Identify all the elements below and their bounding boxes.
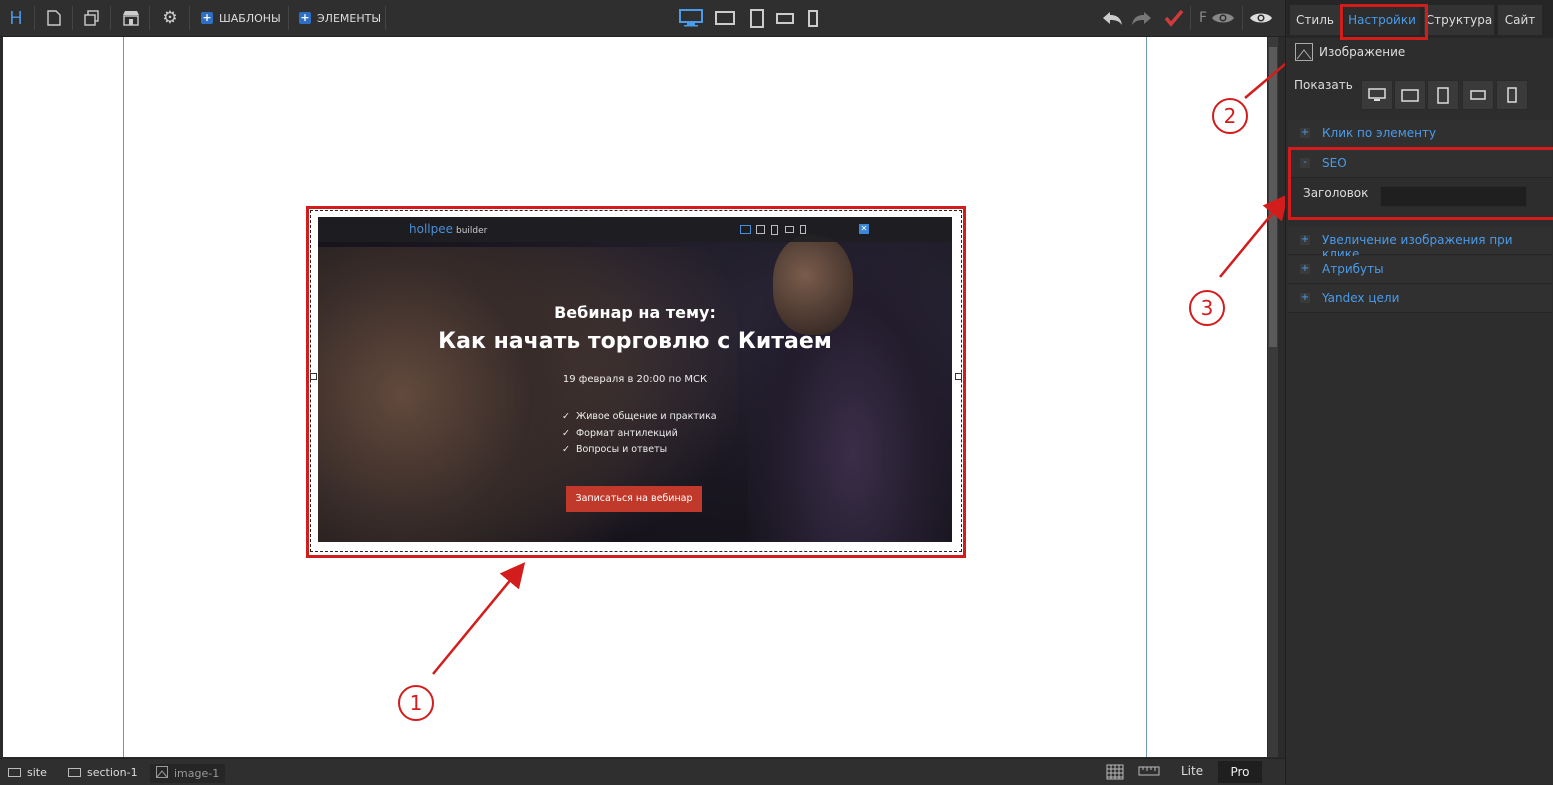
ruler-icon[interactable] — [1138, 764, 1160, 781]
expand-icon: + — [1300, 292, 1310, 303]
pro-mode-button[interactable]: Pro — [1218, 761, 1262, 783]
top-toolbar: H ⚙ + ШАБЛОНЫ + ЭЛЕМЕНТЫ F — [0, 0, 1285, 37]
divider — [1242, 6, 1243, 30]
section-label: Yandex цели — [1322, 291, 1400, 305]
left-guide-line — [123, 37, 124, 757]
image-icon — [156, 766, 168, 781]
show-phone-landscape-toggle[interactable] — [1462, 80, 1494, 110]
show-tablet-portrait-toggle[interactable] — [1427, 80, 1459, 110]
expand-icon: + — [1300, 263, 1310, 274]
image-type-icon — [1295, 43, 1313, 61]
canvas-scrollbar[interactable] — [1268, 37, 1278, 757]
callout-2: 2 — [1212, 98, 1248, 134]
publish-check-icon[interactable] — [1164, 8, 1184, 28]
templates-button[interactable]: + ШАБЛОНЫ — [201, 10, 281, 26]
tab-structure[interactable]: Структура — [1424, 5, 1494, 35]
tablet-portrait-icon[interactable] — [747, 8, 767, 28]
copy-icon[interactable] — [82, 8, 102, 28]
divider — [1190, 6, 1191, 30]
tab-site[interactable]: Сайт — [1498, 5, 1542, 35]
highlight-box-image — [306, 206, 966, 558]
section-image-zoom[interactable]: + Увеличение изображения при клике — [1288, 227, 1552, 261]
properties-panel: Стиль Настройки Структура Сайт Изображен… — [1285, 0, 1553, 784]
expand-icon: + — [1300, 127, 1310, 138]
section-attributes[interactable]: + Атрибуты — [1288, 256, 1552, 284]
tablet-landscape-icon[interactable] — [715, 8, 735, 28]
lite-mode-button[interactable]: Lite — [1181, 764, 1203, 778]
divider — [34, 6, 35, 30]
breadcrumb-section[interactable]: section-1 — [68, 766, 138, 779]
section-label: Атрибуты — [1322, 262, 1384, 276]
highlight-box-seo — [1288, 147, 1553, 220]
divider — [385, 6, 386, 30]
phone-portrait-icon[interactable] — [803, 8, 823, 28]
callout-3: 3 — [1189, 290, 1225, 326]
show-phone-portrait-toggle[interactable] — [1496, 80, 1528, 110]
elements-button[interactable]: + ЭЛЕМЕНТЫ — [299, 10, 381, 26]
elements-label: ЭЛЕМЕНТЫ — [317, 11, 382, 25]
show-tablet-landscape-toggle[interactable] — [1394, 80, 1426, 110]
font-label[interactable]: F — [1196, 8, 1210, 28]
tab-style[interactable]: Стиль — [1290, 5, 1340, 35]
preview-eye-icon[interactable] — [1248, 8, 1274, 28]
plus-icon: + — [299, 11, 311, 24]
breadcrumb-site[interactable]: site — [8, 766, 47, 779]
store-icon[interactable] — [121, 8, 141, 28]
templates-label: ШАБЛОНЫ — [219, 11, 281, 25]
element-type-label: Изображение — [1319, 45, 1406, 59]
block-icon — [68, 768, 81, 777]
breadcrumb-image[interactable]: image-1 — [150, 764, 226, 783]
app-logo[interactable]: H — [6, 8, 26, 29]
undo-icon[interactable] — [1100, 8, 1124, 28]
new-page-icon[interactable] — [44, 8, 64, 28]
block-icon — [8, 768, 21, 777]
status-bar: site section-1 image-1 Lite Pro — [0, 758, 1285, 785]
section-element-click[interactable]: + Клик по элементу — [1288, 120, 1552, 148]
right-guide-line — [1146, 37, 1147, 757]
highlight-box-settings-tab — [1340, 4, 1428, 40]
desktop-view-icon[interactable] — [678, 8, 704, 28]
phone-landscape-icon[interactable] — [775, 8, 795, 28]
callout-1: 1 — [398, 685, 434, 721]
section-yandex-goals[interactable]: + Yandex цели — [1288, 285, 1552, 313]
plus-icon: + — [201, 11, 213, 24]
grid-icon[interactable] — [1106, 764, 1124, 783]
divider — [288, 6, 289, 30]
divider — [189, 6, 190, 30]
expand-icon: + — [1300, 234, 1310, 245]
preview-fonts-eye-icon[interactable] — [1210, 8, 1236, 28]
scrollbar-thumb[interactable] — [1269, 47, 1277, 347]
show-label: Показать — [1294, 78, 1353, 92]
settings-gear-icon[interactable]: ⚙ — [160, 8, 180, 28]
show-desktop-toggle[interactable] — [1361, 80, 1393, 110]
divider — [110, 6, 111, 30]
redo-icon[interactable] — [1130, 8, 1154, 28]
divider — [149, 6, 150, 30]
section-label: Клик по элементу — [1322, 126, 1437, 140]
divider — [72, 6, 73, 30]
